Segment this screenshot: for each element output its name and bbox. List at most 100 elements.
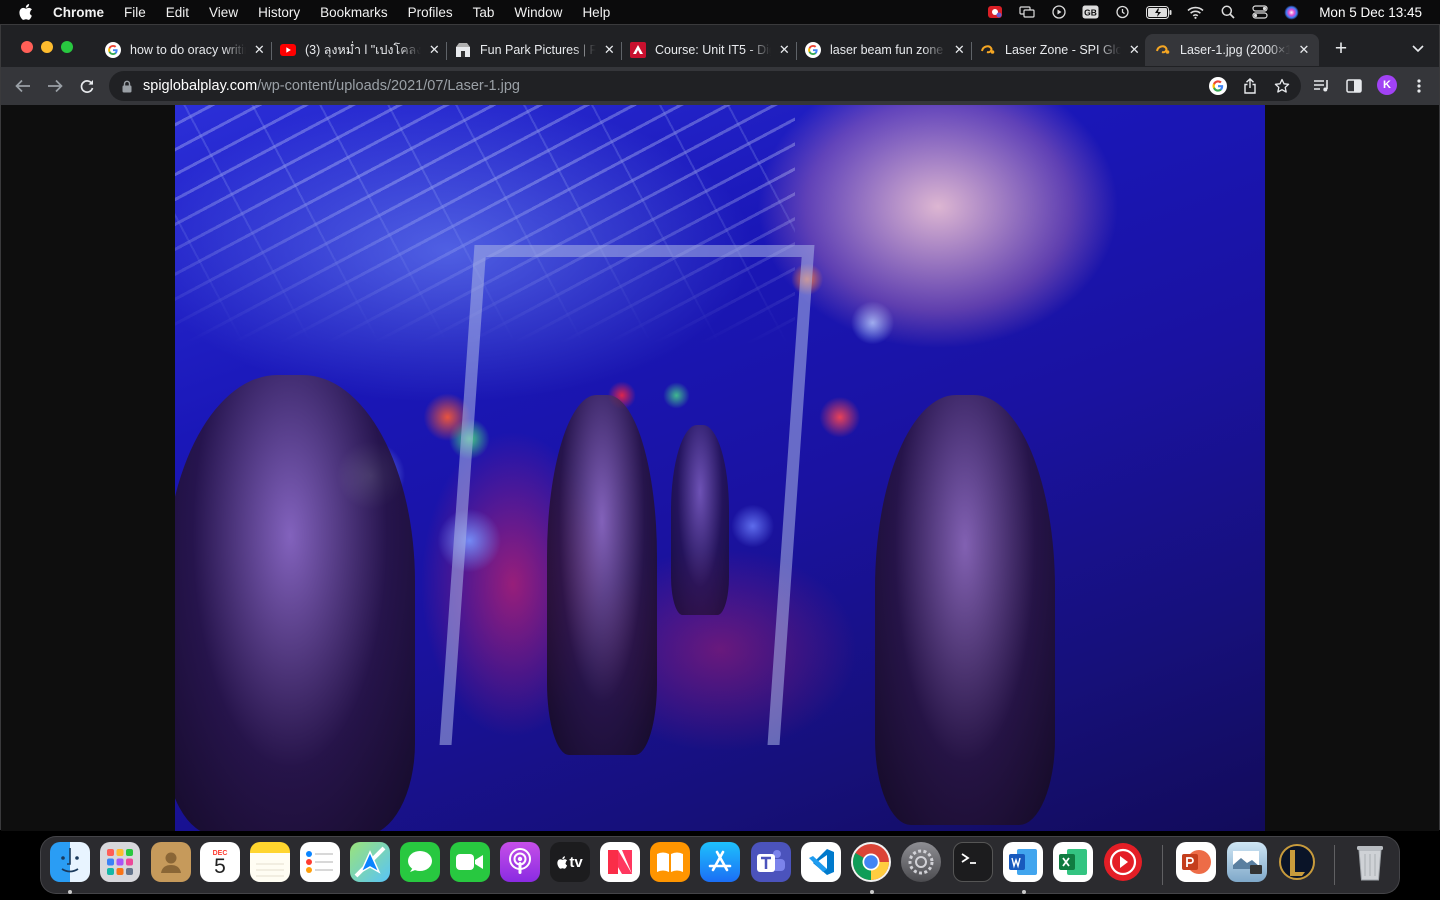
close-icon[interactable]: ✕ <box>1127 42 1142 58</box>
tab-separator <box>446 42 447 60</box>
bookmark-star-icon[interactable] <box>1273 77 1291 95</box>
forward-button[interactable] <box>45 76 65 96</box>
notes-icon[interactable] <box>250 842 290 882</box>
tab-laser-zone[interactable]: Laser Zone - SPI Global ✕ <box>980 34 1142 66</box>
appletv-label: tv <box>569 853 583 871</box>
keyboard-layout-label: GB <box>1084 8 1097 18</box>
maps-icon[interactable] <box>350 842 390 882</box>
menu-help[interactable]: Help <box>572 5 620 20</box>
toolbar: spiglobalplay.com/wp-content/uploads/202… <box>1 67 1439 105</box>
calendar-icon[interactable]: DEC 5 <box>200 842 240 882</box>
url-path: /wp-content/uploads/2021/07/Laser-1.jpg <box>257 78 520 94</box>
tab-laser-image[interactable]: Laser-1.jpg (2000×1333) ✕ <box>1145 34 1319 66</box>
photo-player-right <box>875 395 1055 825</box>
powerpoint-icon[interactable] <box>1176 842 1216 882</box>
running-indicator <box>870 890 874 894</box>
close-icon[interactable]: ✕ <box>952 42 967 58</box>
photo-player-background <box>671 425 729 615</box>
close-icon[interactable]: ✕ <box>427 42 442 58</box>
appstore-icon[interactable] <box>700 842 740 882</box>
play-icon[interactable] <box>1050 5 1067 19</box>
league-of-legends-icon[interactable] <box>1277 842 1317 882</box>
tab-oracy[interactable]: how to do oracy writing ✕ <box>105 34 267 66</box>
tab-course[interactable]: Course: Unit IT5 - Digital ✕ <box>630 34 792 66</box>
side-panel-icon[interactable] <box>1345 77 1363 95</box>
dock: DEC 5 tv <box>40 836 1400 894</box>
menu-history[interactable]: History <box>248 5 310 20</box>
spotlight-icon[interactable] <box>1219 5 1236 19</box>
tab-youtube[interactable]: (3) ลุงหม่ำ l "เปงโคลงเปงกลอน" ✕ <box>280 34 442 66</box>
tab-fun-park[interactable]: Fun Park Pictures | Fun Park ✕ <box>455 34 617 66</box>
url-text: spiglobalplay.com/wp-content/uploads/202… <box>143 78 520 94</box>
tab-title: laser beam fun zone <box>830 43 944 57</box>
news-icon[interactable] <box>600 842 640 882</box>
vscode-icon[interactable] <box>801 842 841 882</box>
running-indicator <box>1022 890 1026 894</box>
podcasts-icon[interactable] <box>500 842 540 882</box>
excel-icon[interactable] <box>1053 842 1093 882</box>
time-machine-icon[interactable] <box>1114 5 1131 19</box>
back-button[interactable] <box>13 76 33 96</box>
siri-icon[interactable] <box>1283 5 1300 19</box>
funpark-icon <box>455 42 471 58</box>
youtube-icon <box>280 42 296 58</box>
address-bar[interactable]: spiglobalplay.com/wp-content/uploads/202… <box>109 71 1301 101</box>
teams-icon[interactable] <box>751 842 791 882</box>
menu-file[interactable]: File <box>114 5 156 20</box>
creative-cloud-icon[interactable] <box>986 5 1003 19</box>
url-host: spiglobalplay.com <box>143 78 258 94</box>
new-tab-button[interactable]: + <box>1331 37 1351 60</box>
tab-laser-beam-search[interactable]: laser beam fun zone ✕ <box>805 34 967 66</box>
tab-title: Fun Park Pictures | Fun Park <box>480 43 596 57</box>
lock-icon[interactable] <box>121 79 133 93</box>
screen-mirroring-icon[interactable] <box>1018 5 1035 19</box>
contacts-icon[interactable] <box>151 842 191 882</box>
course-icon <box>630 42 646 58</box>
appletv-icon[interactable]: tv <box>550 842 590 882</box>
zoom-window-button[interactable] <box>61 41 73 53</box>
close-icon[interactable]: ✕ <box>1296 42 1312 58</box>
page-viewport <box>1 105 1439 831</box>
finder-icon[interactable] <box>50 842 90 882</box>
menu-bookmarks[interactable]: Bookmarks <box>310 5 398 20</box>
laser-tag-photo[interactable] <box>175 105 1265 831</box>
more-menu-icon[interactable] <box>1410 77 1428 95</box>
tab-search-chevron-icon[interactable] <box>1409 41 1427 57</box>
close-icon[interactable]: ✕ <box>602 42 617 58</box>
close-icon[interactable]: ✕ <box>777 42 792 58</box>
wifi-icon[interactable] <box>1187 5 1204 19</box>
tab-title: Laser-1.jpg (2000×1333) <box>1180 43 1290 57</box>
google-lens-icon[interactable] <box>1209 77 1227 95</box>
menu-app-name[interactable]: Chrome <box>52 5 114 20</box>
menu-tab[interactable]: Tab <box>463 5 505 20</box>
minimize-window-button[interactable] <box>41 41 53 53</box>
word-icon[interactable] <box>1003 842 1043 882</box>
reminders-icon[interactable] <box>300 842 340 882</box>
menubar-clock[interactable]: Mon 5 Dec 13:45 <box>1319 5 1422 20</box>
reload-button[interactable] <box>77 76 97 96</box>
menu-window[interactable]: Window <box>504 5 572 20</box>
battery-icon[interactable] <box>1146 5 1172 19</box>
close-icon[interactable]: ✕ <box>252 42 267 58</box>
video-player-icon[interactable] <box>1103 842 1143 882</box>
chrome-icon[interactable] <box>851 842 891 882</box>
keyboard-layout-icon[interactable]: GB <box>1082 5 1099 19</box>
media-controls-icon[interactable] <box>1313 77 1331 95</box>
books-icon[interactable] <box>650 842 690 882</box>
share-icon[interactable] <box>1241 77 1259 95</box>
trash-icon[interactable] <box>1350 842 1390 882</box>
menu-profiles[interactable]: Profiles <box>398 5 463 20</box>
profile-avatar[interactable]: K <box>1377 75 1397 95</box>
facetime-icon[interactable] <box>450 842 490 882</box>
terminal-icon[interactable] <box>953 842 993 882</box>
control-center-icon[interactable] <box>1251 5 1268 19</box>
preview-icon[interactable] <box>1227 842 1267 882</box>
apple-menu-icon[interactable] <box>0 4 52 20</box>
launchpad-icon[interactable] <box>100 842 140 882</box>
dock-separator <box>1162 845 1163 885</box>
menu-view[interactable]: View <box>199 5 248 20</box>
close-window-button[interactable] <box>21 41 33 53</box>
menu-edit[interactable]: Edit <box>156 5 199 20</box>
system-preferences-icon[interactable] <box>901 842 941 882</box>
messages-icon[interactable] <box>400 842 440 882</box>
